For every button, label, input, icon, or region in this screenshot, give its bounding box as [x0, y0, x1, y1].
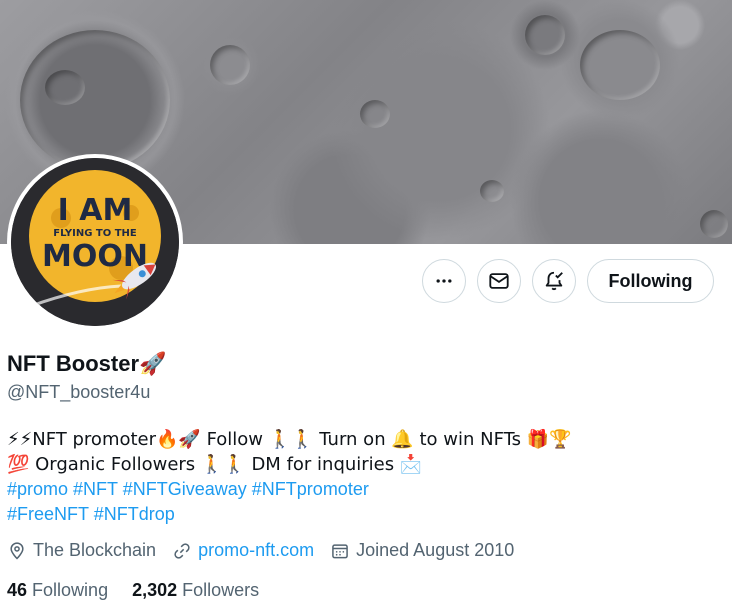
- hashtag-link[interactable]: #promo: [7, 479, 68, 499]
- banner-crater: [580, 30, 660, 100]
- banner-crater: [360, 100, 390, 128]
- avatar[interactable]: I AM FLYING TO THE MOON: [11, 158, 179, 326]
- message-button[interactable]: [477, 259, 521, 303]
- following-stat-link[interactable]: 46 Following: [7, 580, 108, 601]
- banner-crater: [210, 45, 250, 85]
- location-pin-icon: [10, 541, 24, 560]
- banner-crater: [525, 15, 565, 55]
- profile-meta: The Blockchain promo-nft.com Joined Augu…: [7, 540, 530, 561]
- more-horizontal-icon: [436, 279, 452, 283]
- followers-count: 2,302: [132, 580, 178, 600]
- hashtag-link[interactable]: #NFTpromoter: [252, 479, 369, 499]
- profile-handle: @NFT_booster4u: [7, 382, 151, 402]
- envelope-icon: [489, 273, 509, 289]
- hashtag-link[interactable]: #NFTdrop: [94, 504, 175, 524]
- banner-crater: [20, 30, 170, 170]
- location-item: The Blockchain: [7, 540, 156, 561]
- banner-crater: [45, 70, 85, 105]
- joined-item: Joined August 2010: [330, 540, 514, 561]
- profile-bio: ⚡⚡NFT promoter🔥🚀 Follow 🚶🚶 Turn on 🔔 to …: [7, 427, 727, 527]
- following-button[interactable]: Following: [587, 259, 714, 303]
- hashtag-link[interactable]: #NFTGiveaway: [123, 479, 247, 499]
- hashtag-link[interactable]: #FreeNFT: [7, 504, 89, 524]
- profile-stats: 46 Following 2,302 Followers: [7, 580, 283, 601]
- banner-crater: [480, 180, 504, 202]
- followers-stat-link[interactable]: 2,302 Followers: [132, 580, 259, 601]
- following-count: 46: [7, 580, 28, 600]
- hashtag-link[interactable]: #NFT: [73, 479, 118, 499]
- bell-check-icon: [545, 271, 563, 291]
- following-stat-label: Following: [32, 580, 109, 600]
- followers-stat-label: Followers: [182, 580, 260, 600]
- avatar-text-line1: I AM: [58, 193, 133, 228]
- joined-text: Joined August 2010: [356, 540, 515, 560]
- notifications-button[interactable]: [532, 259, 576, 303]
- bio-hashtags-line-1: #promo #NFT #NFTGiveaway #NFTpromoter: [7, 477, 727, 502]
- bio-line-1: ⚡⚡NFT promoter🔥🚀 Follow 🚶🚶 Turn on 🔔 to …: [7, 429, 572, 450]
- profile-name-row: NFT Booster 🚀: [7, 351, 166, 377]
- banner-crater: [700, 210, 728, 238]
- profile-name: NFT Booster: [7, 351, 139, 376]
- bio-line-2: 💯 Organic Followers 🚶🚶 DM for inquiries …: [7, 454, 423, 475]
- rocket-emoji-icon: 🚀: [139, 351, 167, 377]
- location-text: The Blockchain: [33, 540, 157, 560]
- avatar-text-line2: FLYING TO THE: [53, 228, 137, 239]
- calendar-icon: [332, 543, 348, 558]
- more-button[interactable]: [422, 259, 466, 303]
- link-icon: [174, 542, 190, 559]
- website-link[interactable]: promo-nft.com: [198, 540, 314, 561]
- bio-hashtags-line-2: #FreeNFT #NFTdrop: [7, 502, 727, 527]
- website-item: promo-nft.com: [172, 540, 314, 561]
- avatar-text-line3: MOON: [42, 239, 148, 274]
